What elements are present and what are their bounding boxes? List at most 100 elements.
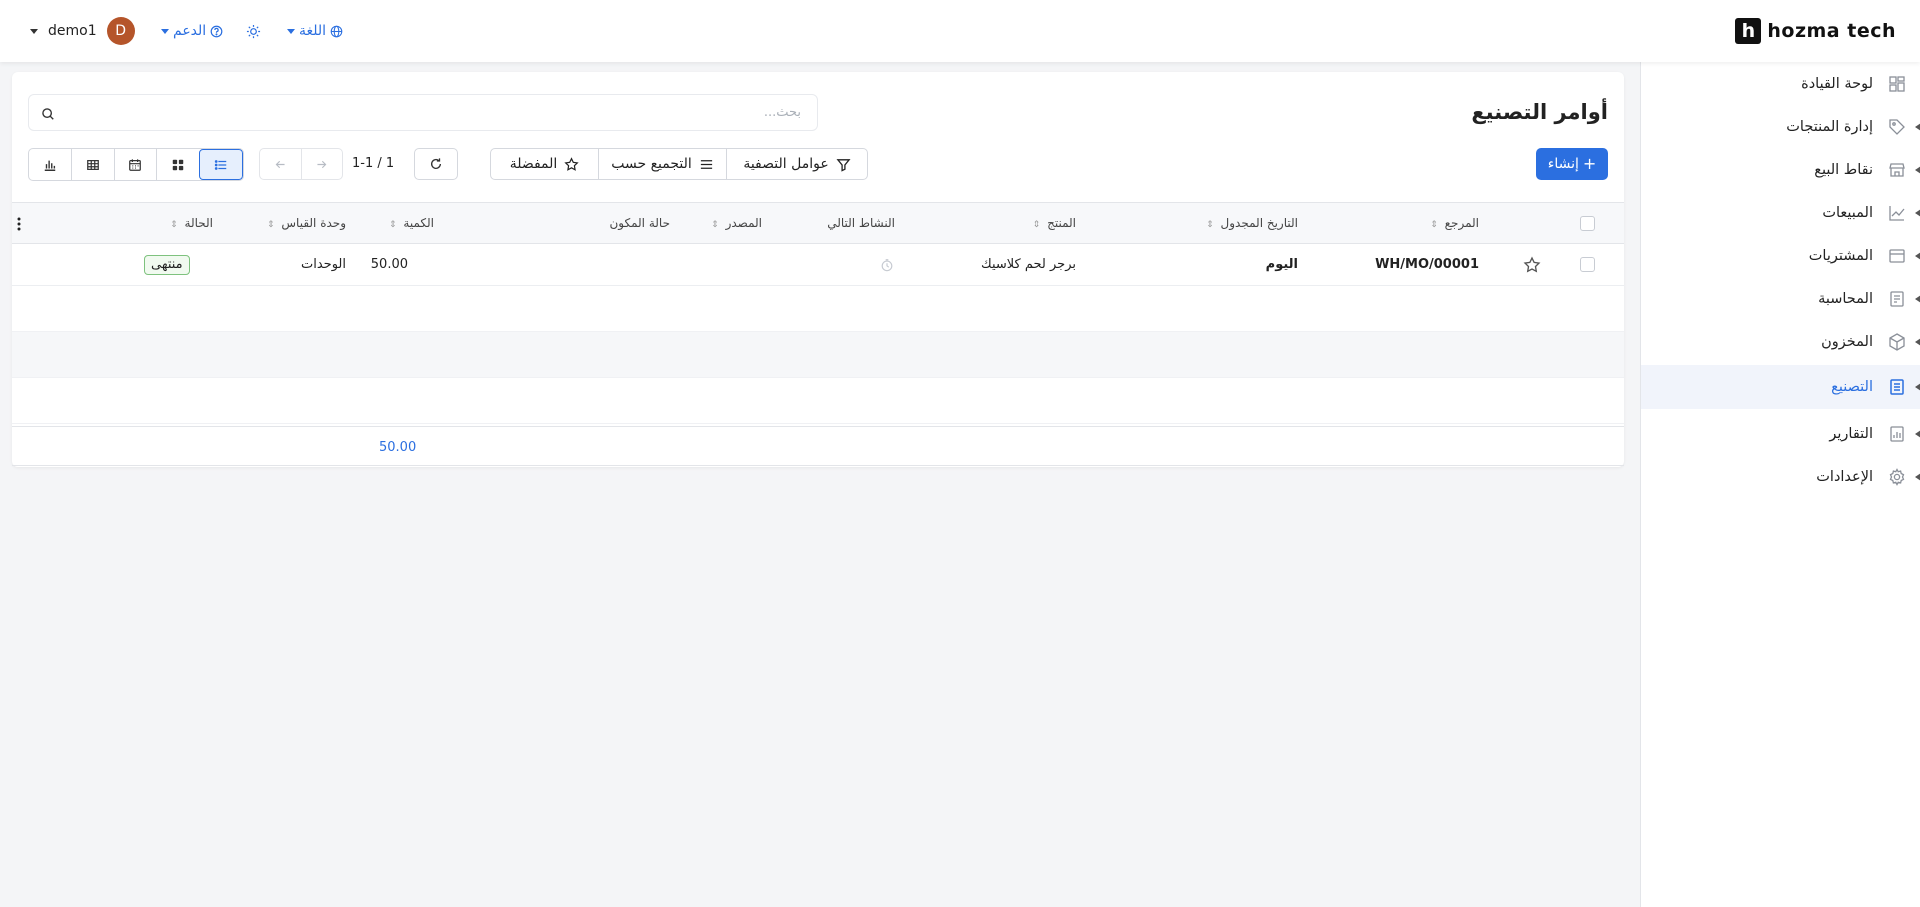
next-page-button[interactable] [302,149,343,179]
purchase-icon [1889,249,1905,263]
sidebar-item-reports[interactable]: التقارير [1641,414,1920,454]
chevron-down-icon [161,28,169,34]
brand-logo[interactable]: h hozma tech [1735,18,1896,44]
column-header-scheduled-date[interactable]: التاريخ المجدول ⇕ [1206,216,1298,230]
avatar: D [106,17,135,45]
sidebar-item-label: التقارير [1829,426,1873,442]
column-header-uom[interactable]: وحدة القياس ⇕ [267,216,346,230]
table-header: المرجع ⇕ التاريخ المجدول ⇕ المنتج ⇕ النش… [12,202,1624,244]
chevron-down-icon [287,28,295,34]
sidebar-item-purchases[interactable]: المشتريات [1641,236,1920,276]
optional-columns-icon[interactable] [16,217,22,231]
refresh-icon [430,158,442,169]
support-label: الدعم [173,23,207,39]
column-header-source[interactable]: المصدر ⇕ [711,216,762,230]
empty-row [12,286,1624,332]
view-switcher [28,148,244,181]
cell-scheduled-date: اليوم [1265,257,1298,272]
column-header-reference[interactable]: المرجع ⇕ [1430,216,1479,230]
filters-label: عوامل التصفية [743,156,829,172]
main-content: أوامر التصنيع بحث... + إنشاء عوامل التصف… [12,72,1624,467]
search-options-group: عوامل التصفية التجميع حسب المفضلة [490,148,868,180]
sidebar-item-pos[interactable]: نقاط البيع [1641,150,1920,190]
column-header-component-status[interactable]: حالة المكون [609,216,670,230]
graph-view-button[interactable] [29,149,71,180]
sidebar-item-inventory[interactable]: المخزون [1641,322,1920,362]
sidebar-item-accounting[interactable]: المحاسبة [1641,279,1920,319]
gear-icon [1889,468,1905,486]
kanban-view-button[interactable] [156,149,199,180]
search-placeholder: بحث... [763,105,801,120]
caret-left-icon [1915,166,1920,174]
chevron-down-icon [30,28,38,34]
column-header-quantity[interactable]: الكمية ⇕ [389,216,434,230]
clock-icon[interactable] [880,258,894,272]
support-menu[interactable]: الدعم [161,19,223,43]
sidebar-item-label: لوحة القيادة [1801,76,1873,92]
star-icon[interactable] [1523,256,1541,274]
theme-toggle[interactable] [246,19,261,43]
cell-product: برجر لحم كلاسيك [981,257,1076,272]
column-header-product[interactable]: المنتج ⇕ [1033,216,1076,230]
help-circle-icon [210,25,223,37]
select-all-checkbox[interactable] [1580,216,1595,231]
table-footer: 50.00 [12,426,1624,466]
calendar-view-button[interactable] [113,149,157,180]
create-label: إنشاء [1547,156,1579,172]
page-title: أوامر التصنيع [1471,100,1608,124]
plus-icon: + [1582,154,1597,173]
column-header-status[interactable]: الحالة ⇕ [170,216,213,230]
total-quantity: 50.00 [379,440,417,455]
cell-quantity: 50.00 [370,257,408,272]
sidebar-item-label: المبيعات [1822,205,1873,221]
sidebar-item-sales[interactable]: المبيعات [1641,193,1920,233]
groupby-label: التجميع حسب [611,156,692,172]
create-button[interactable]: + إنشاء [1536,148,1608,180]
caret-left-icon [1915,383,1920,391]
sidebar-item-products[interactable]: إدارة المنتجات [1641,107,1920,147]
list-icon [214,159,227,170]
row-checkbox[interactable] [1580,257,1595,272]
empty-row [12,332,1624,378]
favorites-button[interactable]: المفضلة [491,149,598,179]
tag-icon [1889,119,1905,135]
caret-left-icon [1915,338,1920,346]
table-icon [86,159,99,170]
table-row[interactable]: WH/MO/00001 اليوم برجر لحم كلاسيك 50.00 … [12,244,1624,286]
groupby-button[interactable]: التجميع حسب [598,149,726,179]
sidebar-item-dashboard[interactable]: لوحة القيادة [1641,64,1920,104]
sidebar: لوحة القيادة إدارة المنتجات نقاط البيع ا… [1640,62,1920,907]
favorites-label: المفضلة [509,156,558,172]
accounting-icon [1890,291,1904,307]
logo-text: hozma tech [1767,20,1896,42]
pager-value[interactable]: 1-1 / 1 [352,156,394,171]
user-menu[interactable]: demo1 D [30,17,135,45]
list-view-button[interactable] [199,149,243,180]
cell-reference: WH/MO/00001 [1375,257,1479,272]
star-icon [564,156,579,171]
language-menu[interactable]: اللغة [287,19,343,43]
column-header-next-activity[interactable]: النشاط التالي [827,216,895,230]
sidebar-item-label: نقاط البيع [1814,162,1873,178]
search-input[interactable]: بحث... [28,94,818,131]
arrow-left-icon [275,160,285,168]
sidebar-item-label: إدارة المنتجات [1786,119,1873,135]
filter-icon [836,158,851,172]
refresh-button[interactable] [414,148,458,180]
arrow-right-icon [317,160,327,168]
calendar-icon [129,158,142,171]
bar-chart-icon [44,160,56,171]
search-icon[interactable] [41,107,55,121]
sidebar-item-manufacturing[interactable]: التصنيع [1641,365,1920,409]
empty-row [12,378,1624,424]
sidebar-item-settings[interactable]: الإعدادات [1641,457,1920,497]
sun-icon [246,24,261,38]
caret-left-icon [1915,295,1920,303]
top-navbar: h hozma tech demo1 D الدعم اللغة [0,0,1920,62]
chart-line-icon [1889,206,1905,221]
previous-page-button[interactable] [260,149,302,179]
caret-left-icon [1915,123,1920,131]
pager-controls [259,148,343,180]
filters-button[interactable]: عوامل التصفية [726,149,867,179]
pivot-view-button[interactable] [70,149,114,180]
